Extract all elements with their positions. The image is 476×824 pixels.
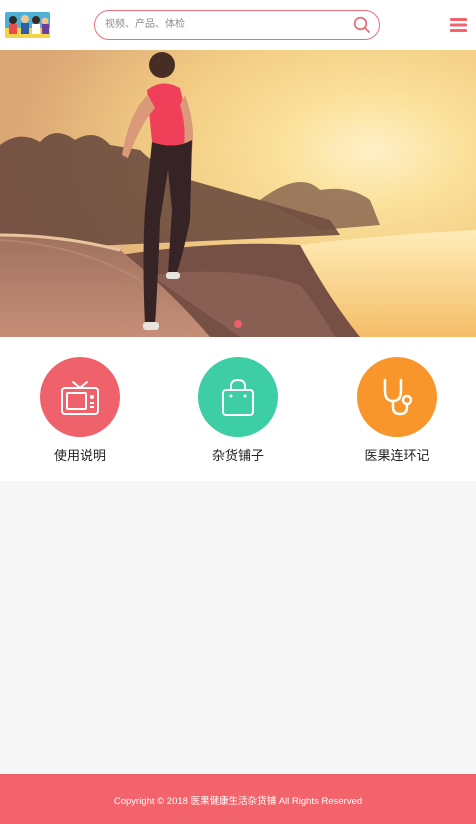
quick-link-label: 使用说明 bbox=[53, 448, 106, 463]
site-logo[interactable] bbox=[5, 12, 50, 38]
quick-links-panel: 使用说明 杂货铺子 医果连环记 bbox=[0, 337, 476, 481]
quick-link-instructions[interactable]: 使用说明 bbox=[20, 357, 140, 467]
carousel-dot[interactable] bbox=[234, 320, 242, 328]
search-box bbox=[94, 10, 380, 40]
quick-link-circle bbox=[357, 357, 437, 437]
quick-link-circle bbox=[40, 357, 120, 437]
quick-link-story[interactable]: 医果连环记 bbox=[337, 357, 457, 467]
search-input[interactable] bbox=[105, 11, 345, 38]
quick-link-grocery[interactable]: 杂货铺子 bbox=[178, 357, 298, 467]
shopping-bag-icon bbox=[222, 378, 254, 416]
banner-image bbox=[0, 50, 476, 337]
top-header bbox=[0, 0, 476, 50]
hamburger-menu-icon[interactable] bbox=[450, 16, 467, 34]
copyright-text: Copyright © 2018 医果健康生活杂货铺 All Rights Re… bbox=[113, 796, 363, 807]
stethoscope-icon bbox=[383, 378, 413, 416]
quick-link-label: 杂货铺子 bbox=[211, 448, 264, 463]
quick-link-circle bbox=[198, 357, 278, 437]
quick-link-label: 医果连环记 bbox=[364, 448, 430, 463]
tv-icon bbox=[61, 381, 99, 415]
footer: Copyright © 2018 医果健康生活杂货铺 All Rights Re… bbox=[0, 774, 476, 824]
search-icon[interactable] bbox=[353, 16, 371, 34]
carousel-indicators bbox=[0, 315, 476, 328]
hero-banner[interactable] bbox=[0, 50, 476, 337]
